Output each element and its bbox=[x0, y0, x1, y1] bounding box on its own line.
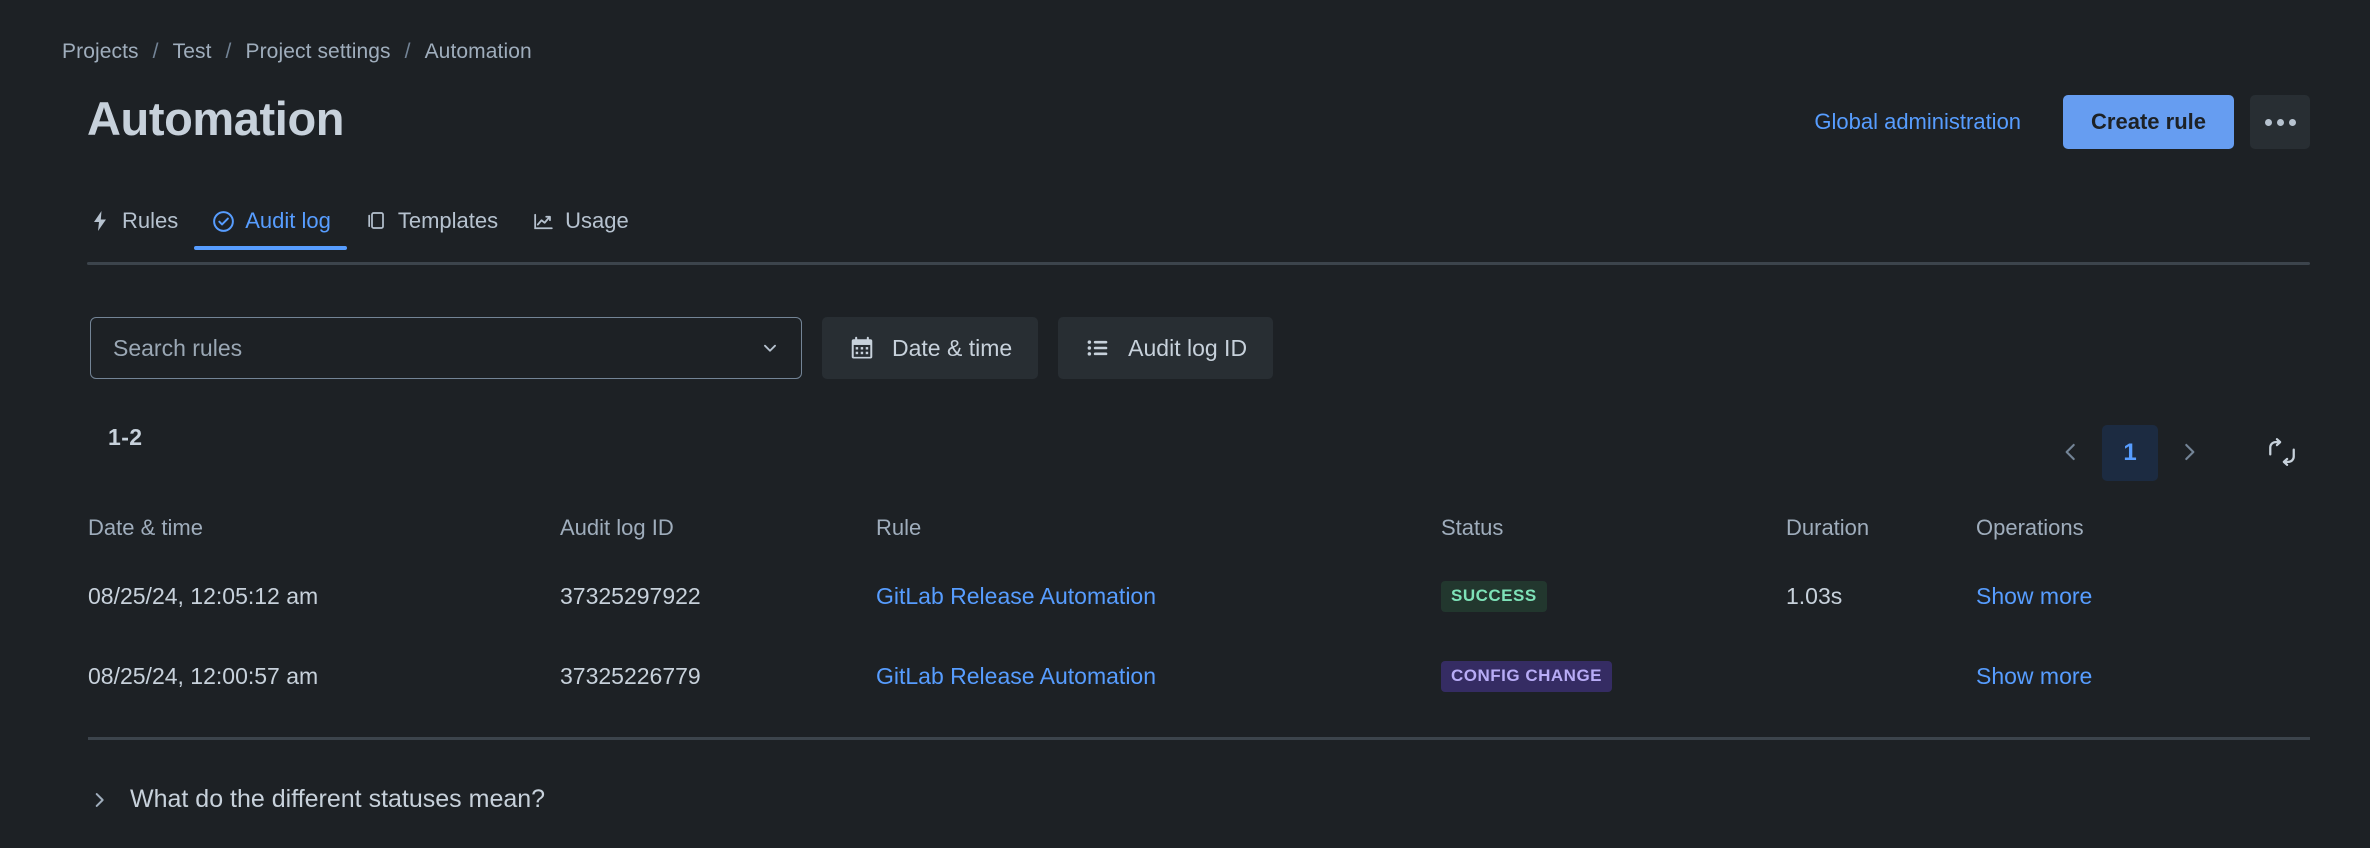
accordion-label: What do the different statuses mean? bbox=[130, 785, 546, 813]
result-count: 1-2 bbox=[108, 424, 143, 450]
lightning-icon bbox=[87, 208, 113, 234]
column-header-operations: Operations bbox=[1976, 515, 2084, 540]
column-header-date-time: Date & time bbox=[88, 515, 203, 540]
cell-audit-log-id: 37325297922 bbox=[560, 582, 701, 609]
calendar-icon bbox=[848, 334, 876, 362]
breadcrumb-separator: / bbox=[404, 40, 411, 63]
date-time-filter-label: Date & time bbox=[892, 334, 1013, 361]
tab-label: Usage bbox=[565, 208, 629, 233]
pagination-next-button[interactable] bbox=[2166, 430, 2212, 476]
audit-log-id-filter-button[interactable]: Audit log ID bbox=[1058, 317, 1274, 379]
breadcrumb-item-test[interactable]: Test bbox=[173, 40, 212, 64]
breadcrumb-separator: / bbox=[152, 40, 159, 63]
table-bottom-divider bbox=[88, 737, 2310, 740]
create-rule-button[interactable]: Create rule bbox=[2063, 95, 2234, 149]
chevron-left-icon bbox=[2058, 439, 2084, 468]
header-actions: Global administration Create rule bbox=[1814, 95, 2310, 149]
search-placeholder: Search rules bbox=[113, 334, 243, 361]
cell-duration: 1.03s bbox=[1786, 582, 1843, 609]
cell-audit-log-id: 37325226779 bbox=[560, 662, 701, 689]
column-header-duration: Duration bbox=[1786, 515, 1870, 540]
table-row: 08/25/24, 12:00:57 am 37325226779 GitLab… bbox=[88, 636, 2310, 716]
cell-rule-link[interactable]: GitLab Release Automation bbox=[876, 663, 1156, 689]
ellipsis-icon bbox=[2276, 118, 2284, 126]
tab-rules[interactable]: Rules bbox=[87, 208, 194, 248]
pagination-page-1[interactable]: 1 bbox=[2102, 425, 2158, 481]
chevron-down-icon[interactable] bbox=[759, 337, 781, 359]
breadcrumb-item-project-settings[interactable]: Project settings bbox=[245, 40, 390, 64]
status-badge: CONFIG CHANGE bbox=[1441, 661, 1612, 692]
refresh-button[interactable] bbox=[2254, 425, 2310, 481]
audit-log-table: Date & time Audit log ID Rule Status Dur… bbox=[88, 500, 2310, 716]
table-row: 08/25/24, 12:05:12 am 37325297922 GitLab… bbox=[88, 556, 2310, 636]
ellipsis-icon bbox=[2288, 118, 2296, 126]
statuses-explanation-accordion[interactable]: What do the different statuses mean? bbox=[88, 785, 545, 814]
check-circle-icon bbox=[210, 208, 236, 234]
tab-bar-divider bbox=[87, 262, 2310, 265]
tab-audit-log[interactable]: Audit log bbox=[194, 208, 347, 250]
refresh-icon bbox=[2266, 436, 2298, 471]
tab-label: Templates bbox=[397, 208, 499, 233]
show-more-link[interactable]: Show more bbox=[1976, 663, 2092, 689]
show-more-link[interactable]: Show more bbox=[1976, 583, 2092, 609]
page-title: Automation bbox=[87, 92, 345, 145]
search-input[interactable]: Search rules bbox=[90, 317, 802, 379]
column-header-status: Status bbox=[1441, 515, 1504, 540]
tab-templates[interactable]: Templates bbox=[347, 208, 514, 248]
table-header-row: Date & time Audit log ID Rule Status Dur… bbox=[88, 500, 2310, 556]
automation-audit-log-page: Projects / Test / Project settings / Aut… bbox=[0, 0, 2370, 848]
page-header: Automation Global administration Create … bbox=[0, 92, 2370, 153]
tab-usage[interactable]: Usage bbox=[514, 208, 645, 248]
breadcrumb-item-automation[interactable]: Automation bbox=[425, 40, 532, 64]
breadcrumb-item-projects[interactable]: Projects bbox=[62, 40, 139, 64]
audit-log-id-filter-label: Audit log ID bbox=[1128, 334, 1248, 361]
ellipsis-icon bbox=[2264, 118, 2272, 126]
cell-date-time: 08/25/24, 12:00:57 am bbox=[88, 662, 319, 689]
date-time-filter-button[interactable]: Date & time bbox=[822, 317, 1039, 379]
copy-icon bbox=[363, 208, 389, 234]
pagination: 1 bbox=[2048, 425, 2310, 481]
chevron-right-icon bbox=[88, 789, 110, 811]
cell-rule-link[interactable]: GitLab Release Automation bbox=[876, 583, 1156, 609]
tab-label: Rules bbox=[122, 208, 179, 233]
chart-line-icon bbox=[530, 208, 556, 234]
global-administration-link[interactable]: Global administration bbox=[1814, 96, 2021, 148]
column-header-rule: Rule bbox=[876, 515, 922, 540]
cell-date-time: 08/25/24, 12:05:12 am bbox=[88, 582, 319, 609]
filter-bar: Search rules Date & time Audit log ID bbox=[90, 317, 1274, 379]
tab-label: Audit log bbox=[245, 208, 331, 233]
list-icon bbox=[1084, 334, 1112, 362]
status-badge: SUCCESS bbox=[1441, 581, 1547, 612]
pagination-previous-button[interactable] bbox=[2048, 430, 2094, 476]
chevron-right-icon bbox=[2176, 439, 2202, 468]
more-actions-button[interactable] bbox=[2250, 95, 2310, 149]
column-header-audit-log-id: Audit log ID bbox=[560, 515, 674, 540]
tab-bar: Rules Audit log Templates Usage bbox=[87, 208, 645, 250]
breadcrumb: Projects / Test / Project settings / Aut… bbox=[62, 40, 532, 64]
breadcrumb-separator: / bbox=[225, 40, 232, 63]
